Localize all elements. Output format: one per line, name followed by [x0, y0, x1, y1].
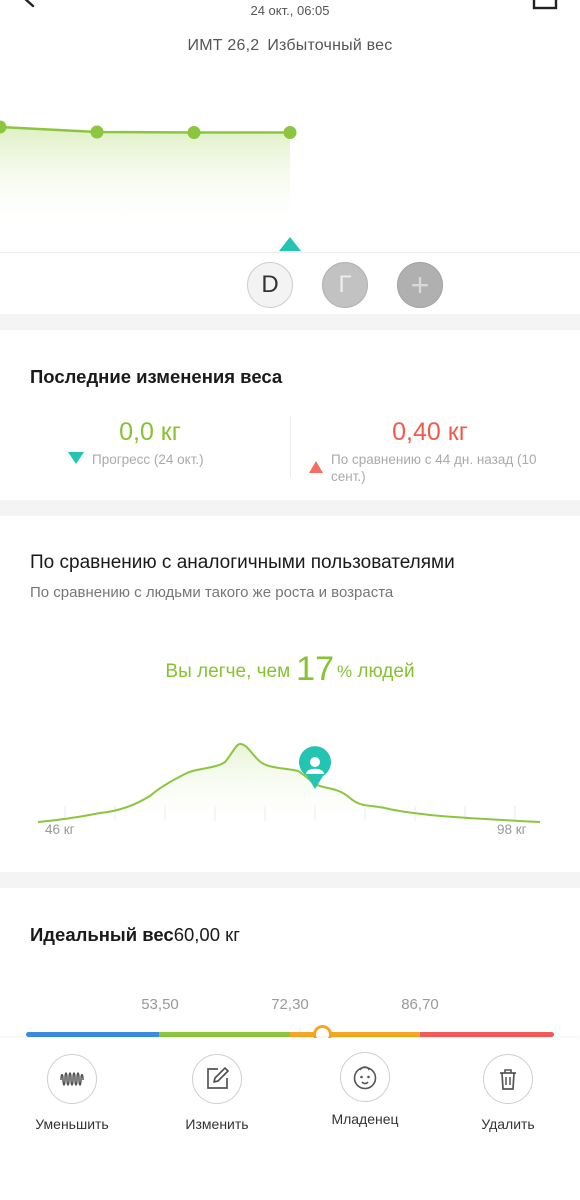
ideal-weight-row: Идеальный вес60,00 кг	[30, 924, 240, 946]
scale-threshold-3: 86,70	[401, 996, 439, 1013]
delete-button[interactable]: Удалить	[448, 1054, 568, 1132]
distribution-axis-max: 98 кг	[497, 822, 527, 837]
weight-trend-chart[interactable]	[0, 0, 580, 260]
weight-distribution-chart	[37, 742, 541, 823]
reduce-button-circle[interactable]	[47, 1054, 97, 1104]
baby-button-circle[interactable]	[340, 1052, 390, 1102]
lighter-percent-sign: %	[336, 662, 353, 681]
edit-icon	[207, 1067, 229, 1089]
profile-switcher: D Г +	[0, 262, 580, 308]
distribution-axis-min: 46 кг	[45, 822, 75, 837]
lighter-than-text: Вы легче, чем 17% людей	[0, 650, 580, 689]
ideal-weight-label: Идеальный вес	[30, 924, 174, 945]
scale-segment-obese	[420, 1032, 554, 1037]
wave-icon	[60, 1072, 84, 1086]
baby-button[interactable]: Младенец	[305, 1052, 425, 1127]
trend-point	[90, 125, 104, 139]
delete-label: Удалить	[481, 1116, 535, 1132]
chart-baseline	[0, 252, 580, 253]
profile-avatar-d[interactable]: D	[247, 262, 293, 308]
reduce-label: Уменьшить	[35, 1116, 109, 1132]
trash-icon	[500, 1069, 516, 1090]
profile-avatar-g[interactable]: Г	[322, 262, 368, 308]
ideal-weight-value: 60,00 кг	[173, 924, 240, 945]
progress-note: Прогресс (24 окт.)	[92, 452, 204, 467]
similar-users-title: По сравнению с аналогичными пользователя…	[30, 552, 455, 573]
trend-point	[187, 126, 201, 139]
reduce-button[interactable]: Уменьшить	[12, 1054, 132, 1132]
baby-label: Младенец	[331, 1111, 399, 1127]
recent-changes-title: Последние изменения веса	[30, 366, 283, 387]
weight-scale-bar	[26, 1032, 554, 1037]
recent-changes-card: Последние изменения веса 0,0 кг Прогресс…	[0, 330, 580, 500]
scale-segment-underweight	[26, 1032, 159, 1037]
bottom-action-bar: Уменьшить Изменить Младенец Удалить	[0, 1038, 580, 1200]
scale-threshold-2: 72,30	[271, 996, 309, 1013]
progress-value: 0,0 кг	[119, 418, 181, 446]
similar-users-card: По сравнению с аналогичными пользователя…	[0, 516, 580, 872]
similar-users-subtitle: По сравнению с людьми такого же роста и …	[30, 584, 394, 601]
stat-divider	[290, 416, 291, 478]
selected-point-marker-icon	[279, 237, 301, 251]
edit-button-circle[interactable]	[192, 1054, 242, 1104]
trend-area	[0, 127, 290, 230]
delete-button-circle[interactable]	[483, 1054, 533, 1104]
baby-icon	[353, 1066, 377, 1090]
edit-label: Изменить	[185, 1116, 249, 1132]
lighter-suffix: людей	[357, 661, 415, 682]
compare-note: По сравнению с 44 дн. назад (10 сент.)	[331, 452, 537, 484]
progress-stat: 0,0 кг	[20, 418, 280, 447]
ideal-weight-card: Идеальный вес60,00 кг 53,50 72,30 86,70	[0, 888, 580, 1048]
add-profile-button[interactable]: +	[397, 262, 443, 308]
scale-threshold-1: 53,50	[141, 996, 179, 1013]
lighter-prefix: Вы легче, чем	[165, 661, 291, 682]
weight-trend-panel: 24 окт., 06:05 ИМТ 26,2 Избыточный вес D …	[0, 0, 580, 314]
up-triangle-icon	[309, 461, 323, 473]
scale-segment-overweight	[290, 1032, 420, 1037]
compare-value: 0,40 кг	[392, 418, 468, 446]
down-triangle-icon	[68, 452, 84, 464]
edit-button[interactable]: Изменить	[157, 1054, 277, 1132]
scale-segment-normal	[159, 1032, 290, 1037]
trend-point	[283, 126, 297, 139]
lighter-percent: 17	[296, 650, 334, 688]
compare-stat: 0,40 кг	[300, 418, 560, 447]
